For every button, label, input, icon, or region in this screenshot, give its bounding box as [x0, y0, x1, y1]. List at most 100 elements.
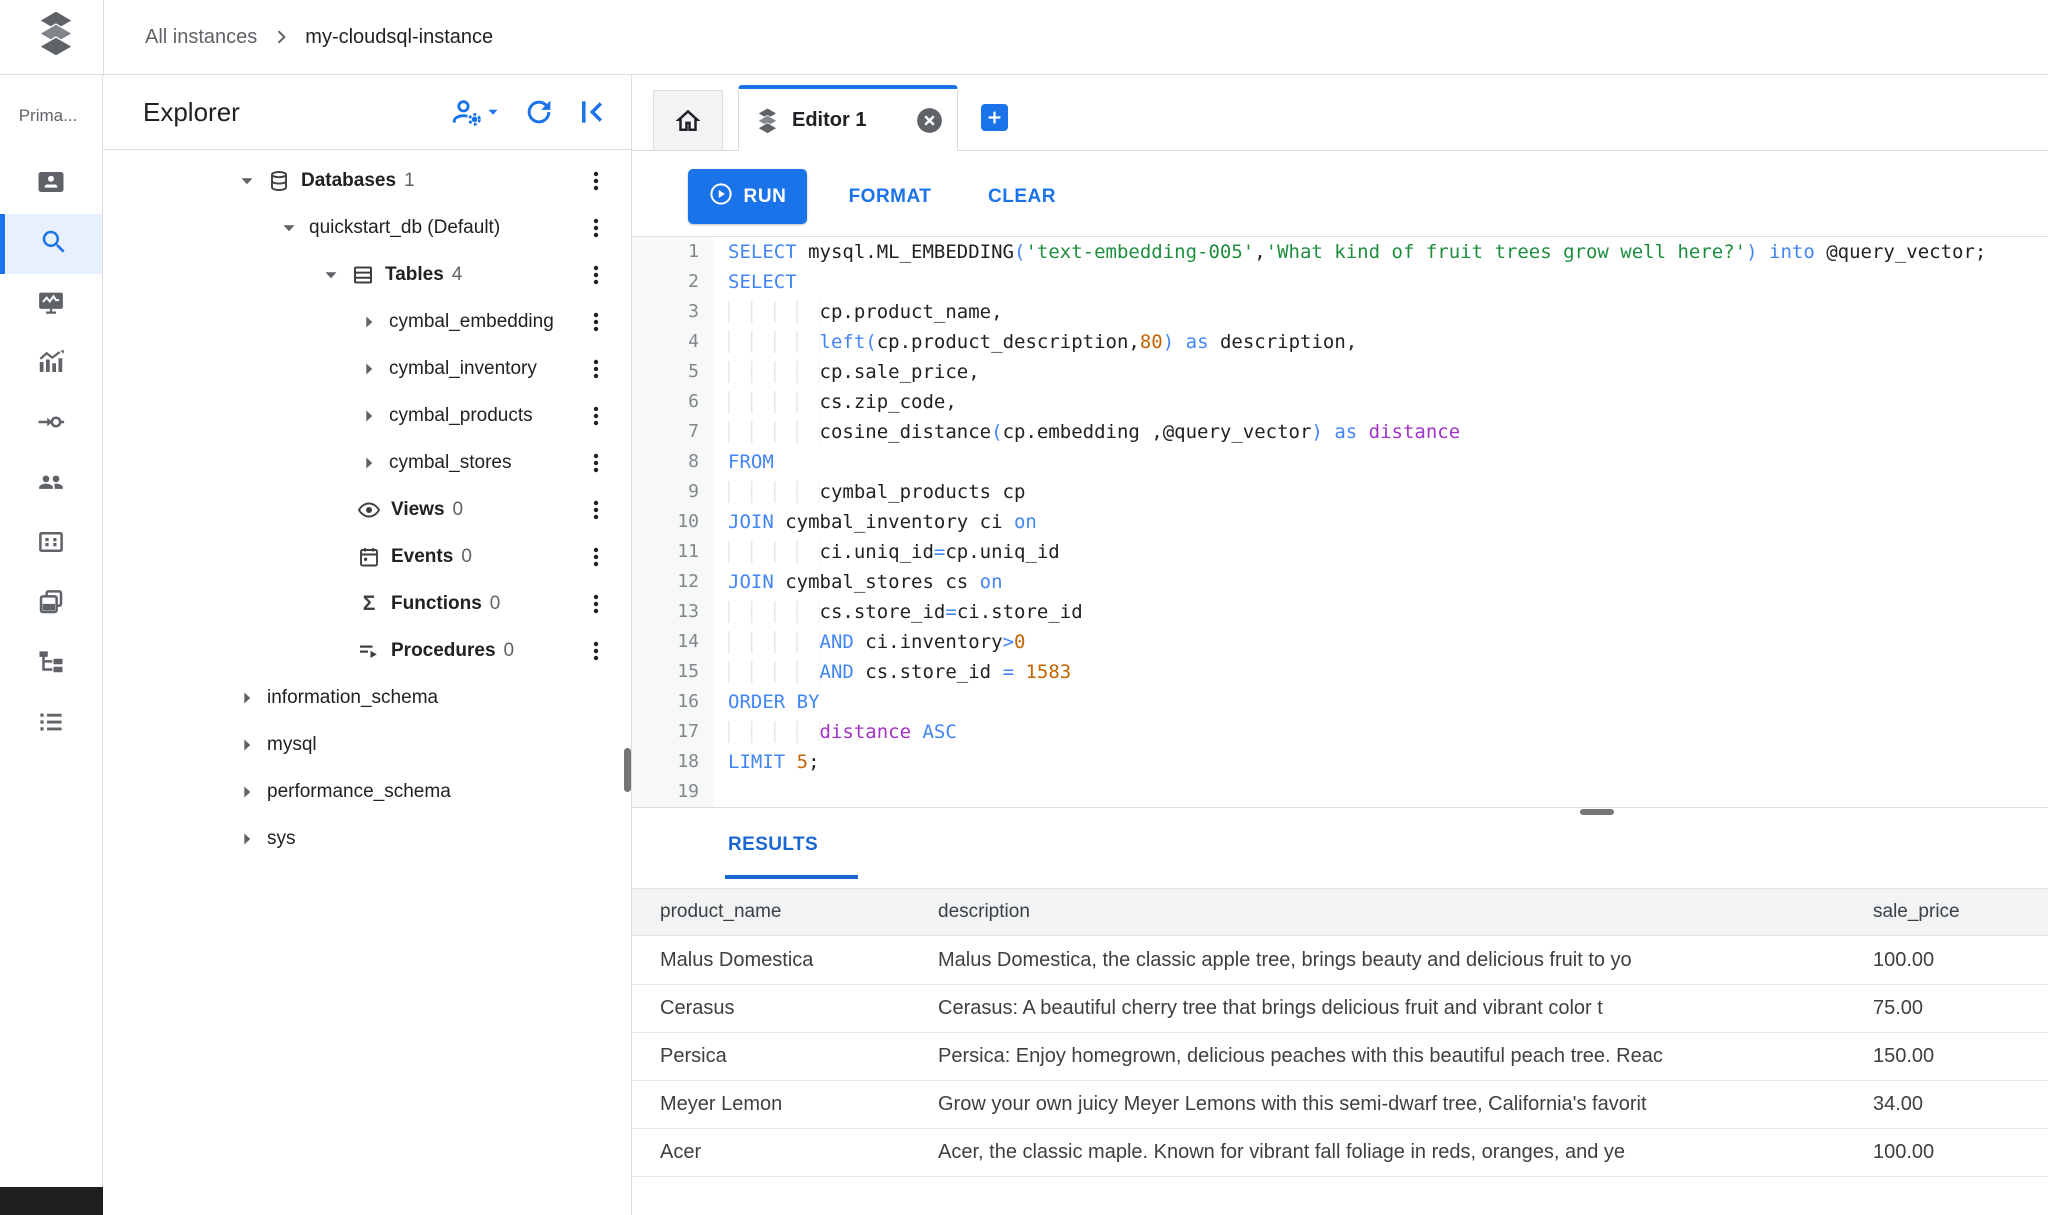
code-token: cs.store_id [820, 601, 946, 623]
tab-editor-1[interactable]: Editor 1 [738, 85, 958, 151]
nav-items [0, 154, 102, 754]
tree-item-events[interactable]: Events0 [103, 533, 632, 580]
tree-item-label: Databases [301, 170, 396, 192]
sidebar-item-databases-grid[interactable] [0, 514, 102, 574]
topbar-divider [103, 0, 104, 74]
sidebar-item-operations-list[interactable] [0, 694, 102, 754]
sigma-icon: Σ [357, 592, 381, 616]
explorer-header: Explorer [103, 75, 632, 150]
line-number: 1 [632, 237, 713, 267]
code-line-16: ORDER BY [728, 687, 2048, 717]
tree-item-procedures[interactable]: Procedures0 [103, 627, 632, 674]
code-token: cymbal_products cp [820, 481, 1026, 503]
tree-item-cymbal-embedding[interactable]: cymbal_embedding [103, 298, 632, 345]
more-options-icon[interactable] [586, 309, 606, 335]
tree-item-label: Views [391, 499, 445, 521]
editor-area: Editor 1 RUN FORMAT CLEAR 12345678910111… [632, 75, 2048, 1215]
table-row[interactable]: PersicaPersica: Enjoy homegrown, delicio… [632, 1033, 2048, 1081]
cloud-sql-logo-icon[interactable] [33, 7, 79, 59]
dropdown-caret-icon[interactable] [484, 103, 502, 121]
table-row[interactable]: AcerAcer, the classic maple. Known for v… [632, 1129, 2048, 1177]
splitter-handle[interactable] [1580, 809, 1614, 815]
collapse-panel-icon[interactable] [576, 95, 610, 129]
tree-item-information-schema[interactable]: information_schema [103, 674, 632, 721]
cell-product-name: Persica [660, 1033, 930, 1081]
tree-item-tables[interactable]: Tables4 [103, 251, 632, 298]
line-number: 9 [632, 477, 713, 507]
databases-grid-icon [36, 527, 66, 562]
user-settings-icon[interactable] [450, 95, 484, 129]
indent-guides [728, 541, 820, 563]
run-button[interactable]: RUN [688, 169, 807, 224]
code-token: ASC [922, 721, 956, 743]
code-token: LIMIT [728, 751, 785, 773]
run-label: RUN [744, 186, 787, 208]
tree-item-count: 0 [504, 640, 515, 662]
tree-item-sys[interactable]: sys [103, 815, 632, 862]
more-options-icon[interactable] [586, 591, 606, 617]
code-token: description, [1209, 331, 1358, 353]
sidebar-item-insights-chart[interactable] [0, 334, 102, 394]
tab-results[interactable]: RESULTS [728, 834, 818, 856]
tree-item-databases[interactable]: Databases1 [103, 157, 632, 204]
tree-item-quickstart-db-default[interactable]: quickstart_db (Default) [103, 204, 632, 251]
code-token [785, 751, 796, 773]
tree-item-performance-schema[interactable]: performance_schema [103, 768, 632, 815]
tree-item-views[interactable]: Views0 [103, 486, 632, 533]
breadcrumb-all-instances[interactable]: All instances [145, 26, 257, 49]
refresh-icon[interactable] [522, 95, 556, 129]
tree-item-label: cymbal_inventory [389, 358, 537, 380]
tree-item-cymbal-stores[interactable]: cymbal_stores [103, 439, 632, 486]
sidebar-item-overview-card[interactable] [0, 154, 102, 214]
format-button[interactable]: FORMAT [830, 169, 950, 224]
indent-guides [728, 721, 820, 743]
sidebar-item-connections[interactable] [0, 394, 102, 454]
more-options-icon[interactable] [586, 544, 606, 570]
more-options-icon[interactable] [586, 356, 606, 382]
sidebar-item-backups[interactable] [0, 574, 102, 634]
sidebar-item-monitoring[interactable] [0, 274, 102, 334]
sidebar-item-search[interactable] [0, 214, 102, 274]
code-lines[interactable]: SELECT mysql.ML_EMBEDDING('text-embeddin… [713, 237, 2048, 807]
breadcrumb: All instances my-cloudsql-instance [145, 0, 493, 74]
more-options-icon[interactable] [586, 638, 606, 664]
tree-item-mysql[interactable]: mysql [103, 721, 632, 768]
tab-home[interactable] [653, 90, 723, 151]
code-line-14: AND ci.inventory>0 [728, 627, 2048, 657]
tree-item-cymbal-inventory[interactable]: cymbal_inventory [103, 345, 632, 392]
code-token: JOIN [728, 511, 774, 533]
tree-item-cymbal-products[interactable]: cymbal_products [103, 392, 632, 439]
more-options-icon[interactable] [586, 403, 606, 429]
more-options-icon[interactable] [586, 215, 606, 241]
more-options-icon[interactable] [586, 168, 606, 194]
table-row[interactable]: Malus DomesticaMalus Domestica, the clas… [632, 937, 2048, 985]
code-token: on [980, 571, 1003, 593]
replicas-tree-icon [36, 647, 66, 682]
more-options-icon[interactable] [586, 450, 606, 476]
tree-item-functions[interactable]: ΣFunctions0 [103, 580, 632, 627]
more-options-icon[interactable] [586, 497, 606, 523]
table-row[interactable]: Meyer LemonGrow your own juicy Meyer Lem… [632, 1081, 2048, 1129]
clear-button[interactable]: CLEAR [972, 169, 1072, 224]
cell-description: Malus Domestica, the classic apple tree,… [938, 937, 1858, 985]
results-table-header: product_namedescriptionsale_price [632, 888, 2048, 936]
close-icon[interactable] [916, 107, 943, 134]
tree-item-label: Tables [385, 264, 444, 286]
stack-icon [755, 107, 780, 134]
overview-card-icon [36, 167, 66, 202]
tree-item-label: mysql [267, 734, 317, 756]
table-row[interactable]: CerasusCerasus: A beautiful cherry tree … [632, 985, 2048, 1033]
explorer-scrollbar-thumb[interactable] [624, 748, 631, 792]
more-options-icon[interactable] [586, 262, 606, 288]
cell-description: Persica: Enjoy homegrown, delicious peac… [938, 1033, 1858, 1081]
code-line-18: LIMIT 5; [728, 747, 2048, 777]
sql-editor[interactable]: 12345678910111213141516171819 SELECT mys… [632, 237, 2048, 807]
new-tab-button[interactable] [981, 104, 1008, 131]
caret-right-icon [235, 733, 259, 757]
sidebar-item-users[interactable] [0, 454, 102, 514]
caret-right-icon [357, 357, 381, 381]
column-header-product-name: product_name [660, 889, 930, 937]
sidebar-item-replicas-tree[interactable] [0, 634, 102, 694]
line-number: 2 [632, 267, 713, 297]
results-tab-underline [725, 875, 858, 879]
